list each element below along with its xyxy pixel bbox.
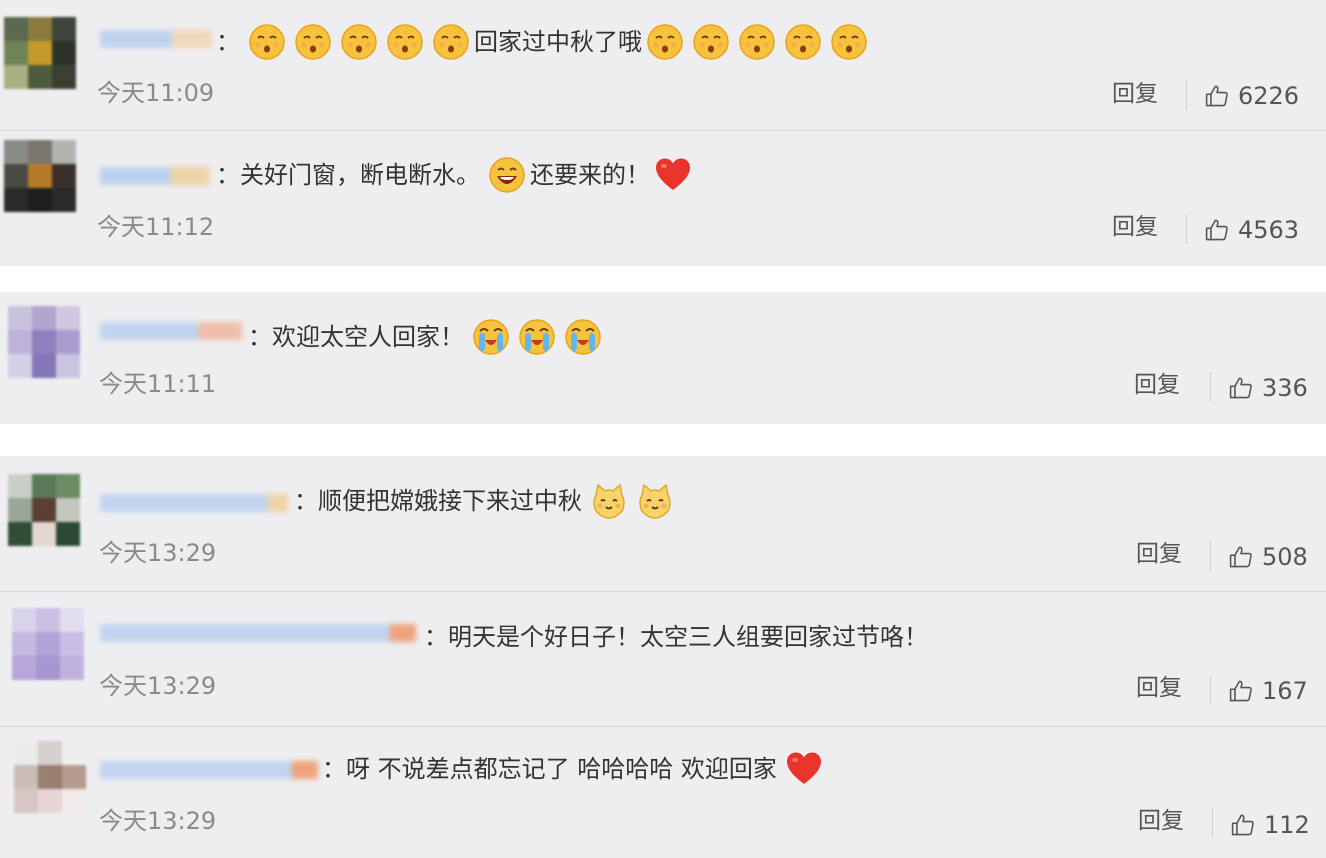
like-count: 6226 <box>1238 82 1300 110</box>
cat-emoji <box>589 481 629 521</box>
username[interactable] <box>100 620 418 646</box>
cry-emoji <box>517 317 557 357</box>
section-gap <box>0 266 1326 292</box>
emoji-group <box>468 317 606 357</box>
timestamp: 今天11:09 <box>97 79 215 107</box>
like-count: 4563 <box>1238 216 1300 244</box>
reply-button[interactable]: 回复 <box>1138 806 1184 836</box>
comment-text: ：顺便把嫦娥接下来过中秋 <box>294 481 678 521</box>
thumbs-up-icon <box>1228 542 1258 572</box>
cat-emoji <box>635 481 675 521</box>
timestamp: 今天13:29 <box>99 539 217 567</box>
like-count: 112 <box>1264 811 1310 839</box>
comment-body: ：呀 不说差点都忘记了 哈哈哈哈 欢迎回家 <box>322 755 777 783</box>
comment-item: ：明天是个好日子！太空三人组要回家过节咯！ 今天13:29 回复 167 <box>0 592 1326 726</box>
comment-body-tail: 还要来的！ <box>530 161 650 189</box>
comment-body: ：欢迎太空人回家！ <box>248 323 464 351</box>
emoji-group <box>586 481 678 521</box>
section-gap <box>0 424 1326 456</box>
action-divider <box>1210 541 1211 571</box>
like-button[interactable]: 336 <box>1228 373 1308 403</box>
kiss-emoji <box>645 22 685 62</box>
emoji-group <box>484 155 530 195</box>
timestamp: 今天11:12 <box>97 213 215 241</box>
kiss-emoji <box>247 22 287 62</box>
comment-body: ： <box>216 28 240 56</box>
thumbs-up-icon <box>1204 81 1234 111</box>
like-button[interactable]: 112 <box>1230 810 1310 840</box>
reply-button[interactable]: 回复 <box>1136 539 1182 569</box>
action-divider <box>1186 80 1187 110</box>
emoji-group <box>642 22 872 62</box>
laugh-emoji <box>487 155 527 195</box>
avatar[interactable] <box>8 474 80 546</box>
avatar[interactable] <box>14 741 86 813</box>
comment-text: ：呀 不说差点都忘记了 哈哈哈哈 欢迎回家 <box>322 749 827 789</box>
thumbs-up-icon <box>1228 373 1258 403</box>
kiss-emoji <box>737 22 777 62</box>
kiss-emoji <box>829 22 869 62</box>
cry-emoji <box>471 317 511 357</box>
avatar[interactable] <box>4 17 76 89</box>
thumbs-up-icon <box>1228 676 1258 706</box>
username[interactable] <box>100 490 290 516</box>
comment-body-tail: 回家过中秋了哦 <box>474 28 642 56</box>
avatar[interactable] <box>12 608 84 680</box>
action-divider <box>1210 675 1211 705</box>
comment-body: ：关好门窗，断电断水。 <box>216 161 480 189</box>
action-divider <box>1186 214 1187 244</box>
comment-item: ：关好门窗，断电断水。 还要来的！ 今天11:12 回复 4563 <box>0 131 1326 265</box>
cry-emoji <box>563 317 603 357</box>
kiss-emoji <box>385 22 425 62</box>
username[interactable] <box>100 26 218 52</box>
kiss-emoji <box>339 22 379 62</box>
thumbs-up-icon <box>1204 215 1234 245</box>
action-divider <box>1212 808 1213 838</box>
reply-button[interactable]: 回复 <box>1134 370 1180 400</box>
like-count: 167 <box>1262 677 1308 705</box>
timestamp: 今天11:11 <box>99 370 217 398</box>
username[interactable] <box>100 757 320 783</box>
action-divider <box>1210 372 1211 402</box>
like-button[interactable]: 6226 <box>1204 81 1299 111</box>
reply-button[interactable]: 回复 <box>1136 673 1182 703</box>
like-button[interactable]: 508 <box>1228 542 1308 572</box>
comment-item: ： 回家过中秋了哦 今天11:09 回复 6226 <box>0 0 1326 131</box>
comment-body: ：顺便把嫦娥接下来过中秋 <box>294 487 582 515</box>
heart-emoji <box>653 155 693 195</box>
timestamp: 今天13:29 <box>99 807 217 835</box>
reply-button[interactable]: 回复 <box>1112 79 1158 109</box>
username[interactable] <box>100 163 212 189</box>
avatar[interactable] <box>4 140 76 212</box>
comment-text: ：欢迎太空人回家！ <box>248 317 606 357</box>
kiss-emoji <box>783 22 823 62</box>
emoji-group <box>781 749 827 789</box>
emoji-group <box>244 22 474 62</box>
avatar[interactable] <box>8 306 80 378</box>
like-count: 508 <box>1262 543 1308 571</box>
kiss-emoji <box>691 22 731 62</box>
kiss-emoji <box>431 22 471 62</box>
thumbs-up-icon <box>1230 810 1260 840</box>
heart-emoji <box>784 749 824 789</box>
like-button[interactable]: 167 <box>1228 676 1308 706</box>
comment-body: ：明天是个好日子！太空三人组要回家过节咯！ <box>424 623 928 651</box>
username[interactable] <box>100 318 244 344</box>
reply-button[interactable]: 回复 <box>1112 212 1158 242</box>
emoji-group <box>650 155 696 195</box>
like-count: 336 <box>1262 374 1308 402</box>
kiss-emoji <box>293 22 333 62</box>
timestamp: 今天13:29 <box>99 672 217 700</box>
comment-item: ：欢迎太空人回家！ 今天11:11 回复 336 <box>0 292 1326 424</box>
comment-text: ： 回家过中秋了哦 <box>216 22 872 62</box>
comment-item: ：顺便把嫦娥接下来过中秋 今天13:29 回复 508 <box>0 456 1326 591</box>
like-button[interactable]: 4563 <box>1204 215 1299 245</box>
comment-text: ：明天是个好日子！太空三人组要回家过节咯！ <box>424 617 932 657</box>
comment-text: ：关好门窗，断电断水。 还要来的！ <box>216 155 696 195</box>
comment-item: ：呀 不说差点都忘记了 哈哈哈哈 欢迎回家 今天13:29 回复 112 <box>0 727 1326 858</box>
